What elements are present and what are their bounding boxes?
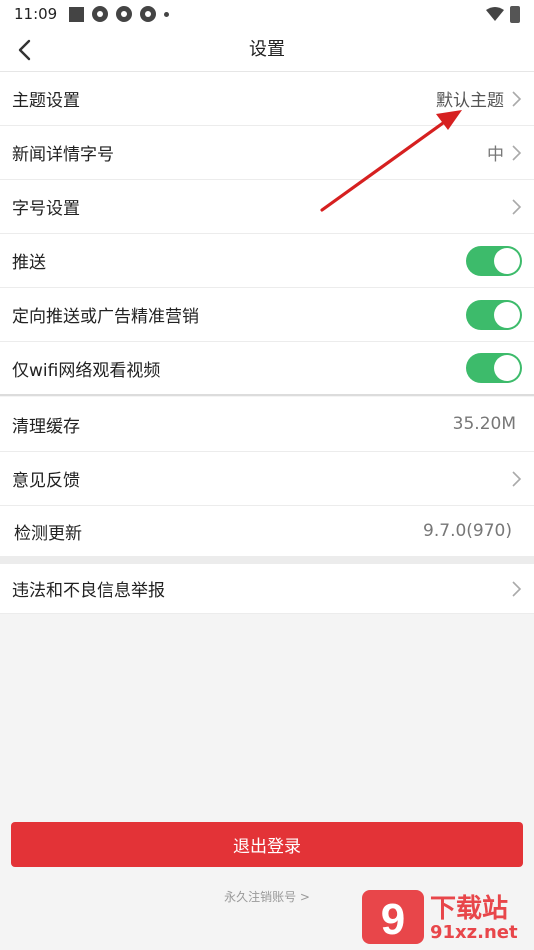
settings-row-wifi-only-video: 仅wifi网络观看视频 bbox=[0, 342, 534, 396]
settings-row-check-update[interactable]: 检测更新 9.7.0(970) bbox=[0, 506, 534, 556]
version-value: 9.7.0(970) bbox=[423, 521, 512, 541]
targeted-ads-toggle[interactable] bbox=[466, 299, 522, 330]
row-value: 中 bbox=[487, 145, 504, 165]
watermark-text: 下载站 bbox=[430, 894, 509, 924]
navigation-bar: 设置 bbox=[0, 28, 534, 72]
chevron-right-icon bbox=[512, 144, 522, 161]
chevron-right-icon bbox=[512, 90, 522, 107]
row-label: 主题设置 bbox=[12, 91, 80, 111]
settings-row-article-font-size[interactable]: 新闻详情字号 中 bbox=[0, 126, 534, 180]
battery-icon bbox=[510, 5, 520, 23]
settings-row-push: 推送 bbox=[0, 234, 534, 288]
settings-row-theme[interactable]: 主题设置 默认主题 bbox=[0, 72, 534, 126]
chevron-right-icon bbox=[512, 470, 522, 487]
row-label: 新闻详情字号 bbox=[12, 145, 114, 165]
row-label: 违法和不良信息举报 bbox=[12, 581, 165, 601]
page-title: 设置 bbox=[249, 39, 285, 60]
settings-row-feedback[interactable]: 意见反馈 bbox=[0, 452, 534, 506]
settings-row-font-size[interactable]: 字号设置 bbox=[0, 180, 534, 234]
settings-row-clear-cache[interactable]: 清理缓存 35.20M bbox=[0, 397, 534, 452]
notification-icons bbox=[69, 6, 170, 22]
app-notification-icon bbox=[69, 6, 85, 22]
svg-text:9: 9 bbox=[381, 895, 405, 944]
row-label: 仅wifi网络观看视频 bbox=[12, 360, 161, 381]
toggle-knob bbox=[494, 247, 520, 274]
cache-size-value: 35.20M bbox=[452, 414, 516, 434]
push-toggle[interactable] bbox=[466, 245, 522, 276]
settings-row-report[interactable]: 违法和不良信息举报 bbox=[0, 564, 534, 614]
toggle-knob bbox=[494, 355, 520, 381]
row-label: 字号设置 bbox=[12, 199, 80, 219]
watermark-logo: 9 下载站 91xz.net bbox=[362, 888, 530, 946]
chevron-right-icon bbox=[512, 580, 522, 597]
wifi-only-video-toggle[interactable] bbox=[466, 353, 522, 383]
row-label: 清理缓存 bbox=[12, 416, 80, 437]
watermark-url: 91xz.net bbox=[430, 922, 518, 943]
more-notifications-dot-icon bbox=[164, 11, 170, 17]
row-label: 检测更新 bbox=[14, 523, 82, 544]
row-label: 推送 bbox=[12, 253, 46, 273]
app-notification-icon bbox=[92, 6, 109, 22]
toggle-knob bbox=[494, 301, 520, 328]
row-label: 定向推送或广告精准营销 bbox=[12, 307, 199, 327]
section-divider bbox=[0, 556, 534, 564]
app-notification-icon bbox=[116, 6, 133, 22]
row-value: 默认主题 bbox=[436, 91, 504, 111]
settings-row-targeted-ads: 定向推送或广告精准营销 bbox=[0, 288, 534, 342]
status-bar: 11:09 bbox=[0, 0, 534, 28]
app-notification-icon bbox=[140, 6, 157, 22]
logout-button[interactable]: 退出登录 bbox=[11, 822, 523, 867]
system-icons bbox=[486, 5, 520, 23]
row-label: 意见反馈 bbox=[12, 471, 80, 491]
status-time: 11:09 bbox=[14, 5, 58, 23]
wifi-icon bbox=[486, 7, 504, 21]
chevron-right-icon bbox=[512, 198, 522, 215]
